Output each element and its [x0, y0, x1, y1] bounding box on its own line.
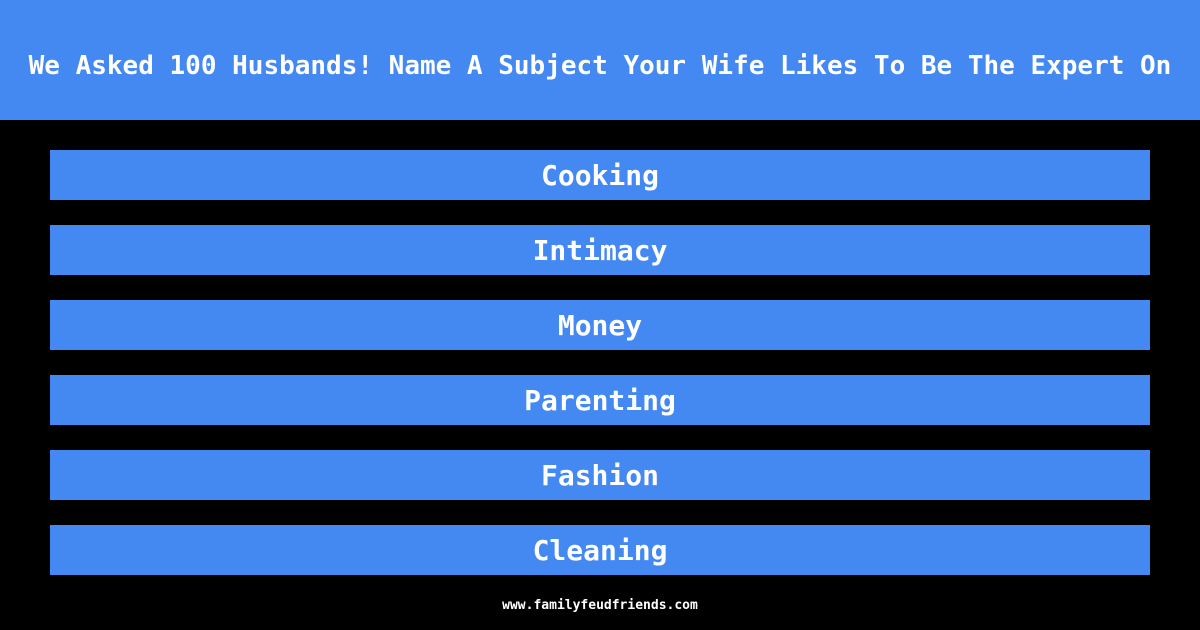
answer-label: Cooking	[540, 158, 659, 192]
answer-label: Intimacy	[532, 233, 668, 267]
answer-bar: Fashion	[50, 450, 1150, 500]
answer-bar: Cleaning	[50, 525, 1150, 575]
answer-bar: Parenting	[50, 375, 1150, 425]
site-url: www.familyfeudfriends.com	[502, 598, 698, 613]
question-title: We Asked 100 Husbands! Name A Subject Yo…	[28, 51, 1172, 81]
answer-label: Parenting	[524, 383, 676, 417]
answer-label: Fashion	[540, 458, 659, 492]
answer-bar: Money	[50, 300, 1150, 350]
answer-bar: Intimacy	[50, 225, 1150, 275]
answer-label: Money	[557, 308, 643, 342]
answer-label: Cleaning	[532, 533, 668, 567]
answer-bar: Cooking	[50, 150, 1150, 200]
question-header: We Asked 100 Husbands! Name A Subject Yo…	[0, 0, 1200, 120]
